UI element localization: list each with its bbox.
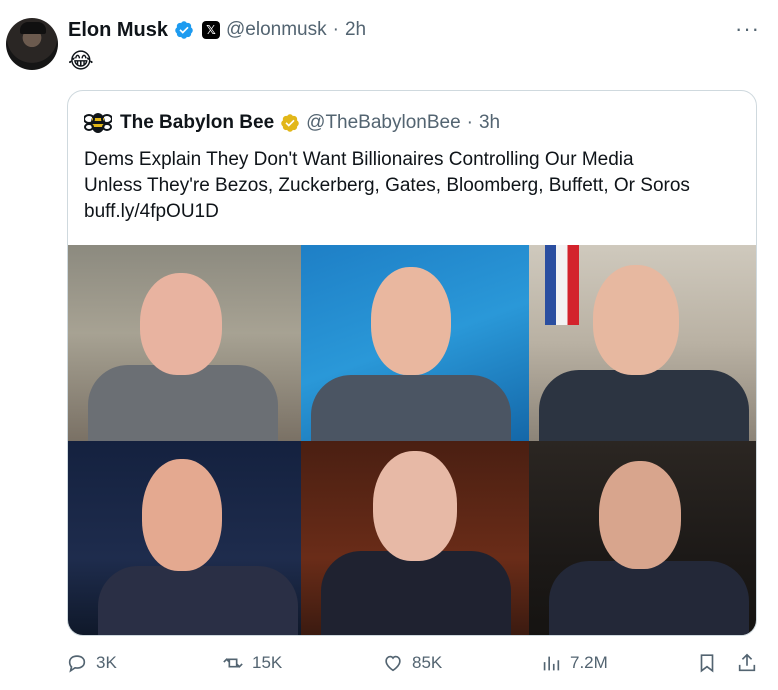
quoted-text-line-1: Dems Explain They Don't Want Billionaire… (84, 149, 634, 170)
gold-verified-badge-icon (281, 114, 299, 132)
photo-figure-body (311, 375, 511, 441)
author-handle[interactable]: @elonmusk (226, 19, 327, 41)
photo-tile-4 (68, 441, 301, 635)
quoted-post-time[interactable]: 3h (479, 112, 500, 134)
photo-figure-head (373, 451, 457, 561)
quoted-post-text: Dems Explain They Don't Want Billionaire… (84, 147, 749, 225)
heart-icon (385, 655, 401, 672)
post-time[interactable]: 2h (345, 19, 366, 41)
separator-dot: · (466, 112, 473, 133)
photo-figure-body (549, 561, 749, 635)
photo-tile-3 (529, 245, 756, 441)
repost-count: 15K (252, 653, 283, 672)
quoted-post[interactable]: The Babylon Bee @TheBabylonBee · 3h Dems… (67, 90, 757, 636)
separator-dot: · (332, 19, 339, 40)
reply-button[interactable]: 3K (66, 652, 117, 674)
photo-figure-body (539, 370, 749, 441)
verified-badge-icon (175, 21, 193, 39)
author-name[interactable]: Elon Musk (68, 19, 168, 42)
share-icon (738, 653, 756, 672)
quoted-text-line-2: Unless They're Bezos, Zuckerberg, Gates,… (84, 175, 690, 196)
bookmark-icon (700, 654, 714, 673)
photo-figure-head (140, 273, 222, 375)
photo-figure-head (593, 265, 679, 375)
photo-figure-body (321, 551, 511, 635)
quoted-author-handle[interactable]: @TheBabylonBee (306, 112, 461, 134)
media-image-grid[interactable] (68, 245, 756, 635)
x-logo-icon: 𝕏 (202, 21, 221, 39)
repost-button[interactable]: 15K (222, 652, 282, 674)
more-options-icon[interactable]: ··· (735, 16, 760, 42)
photo-figure-head (599, 461, 681, 569)
photo-figure-body (88, 365, 278, 441)
reply-icon (68, 655, 86, 673)
photo-figure-head (142, 459, 222, 571)
photo-figure-head (371, 267, 451, 375)
photo-tile-5 (301, 441, 529, 635)
photo-figure-body (98, 566, 298, 635)
quoted-post-header: The Babylon Bee @TheBabylonBee · 3h (84, 111, 500, 135)
share-button[interactable] (736, 652, 758, 674)
like-count: 85K (412, 653, 443, 672)
quoted-post-link[interactable]: buff.ly/4fpOU1D (84, 199, 749, 225)
quoted-author-name[interactable]: The Babylon Bee (120, 112, 274, 134)
action-bar: 3K 15K 85K 7.2M (66, 652, 766, 680)
reply-count: 3K (96, 653, 117, 672)
babylon-bee-logo-icon (84, 113, 112, 133)
view-count: 7.2M (570, 653, 608, 672)
views-button[interactable]: 7.2M (540, 652, 608, 674)
views-chart-icon (543, 656, 560, 671)
bookmark-button[interactable] (696, 652, 718, 674)
photo-tile-1 (68, 245, 301, 441)
author-avatar[interactable] (6, 18, 58, 70)
photo-tile-6 (529, 441, 756, 635)
photo-tile-2 (301, 245, 529, 441)
post-header: Elon Musk 𝕏 @elonmusk · 2h (68, 18, 366, 42)
post-text: 😂 (68, 48, 94, 73)
like-button[interactable]: 85K (382, 652, 442, 674)
repost-icon (223, 658, 243, 668)
flag-graphic (545, 245, 579, 325)
